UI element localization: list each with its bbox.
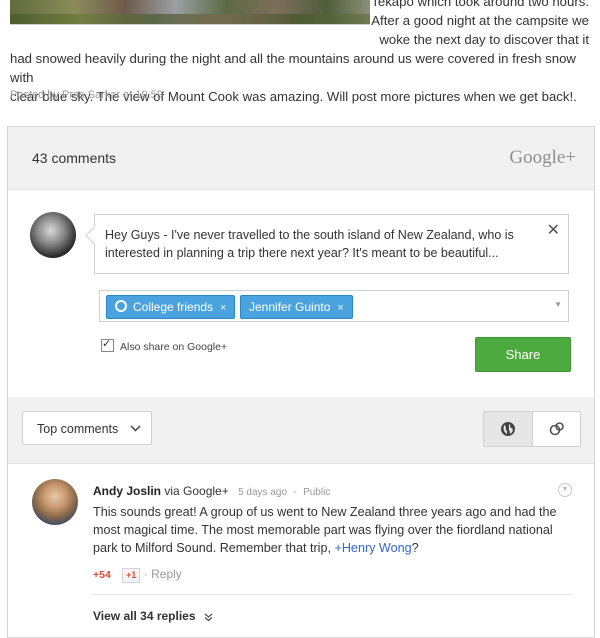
comments-list: Andy Joslin via Google+ 5 days ago - Pub… (8, 464, 594, 637)
also-share-checkbox[interactable] (101, 337, 114, 352)
globe-icon[interactable] (484, 412, 533, 446)
post-line: had snowed heavily during the night and … (10, 51, 576, 85)
avatar[interactable] (32, 479, 78, 525)
sort-dropdown[interactable]: Top comments (22, 411, 152, 445)
comment-time[interactable]: 5 days ago (238, 487, 287, 498)
comments-panel: 43 comments Google+ Hey Guys - I've neve… (7, 126, 595, 638)
comment-author[interactable]: Andy Joslin (93, 484, 161, 498)
view-replies-label: View all 34 replies (93, 609, 196, 623)
google-plus-logo: Google+ (509, 147, 576, 168)
comment-visibility: Public (303, 487, 331, 498)
post-line: woke the next day to discover that it (379, 32, 589, 47)
chip-label: Jennifer Guinto (249, 300, 331, 314)
comment-text-part: ? (411, 541, 419, 555)
plus-one-button[interactable]: +1 (122, 568, 141, 583)
sort-label: Top comments (37, 422, 119, 436)
comments-toolbar: Top comments (8, 397, 594, 464)
comment-source: via Google+ (164, 484, 229, 498)
post-line: After a good night at the campsite we (371, 13, 589, 28)
comment-header: Andy Joslin via Google+ 5 days ago - Pub… (93, 484, 330, 498)
post-byline: Posted by Pras Sarkar at 19.59 (10, 89, 163, 101)
remove-chip-icon[interactable]: × (337, 302, 343, 314)
plus-count: +54 (93, 569, 111, 581)
comment-text-part: This sounds great! A group of us went to… (93, 505, 557, 555)
chevron-down-icon (202, 612, 214, 622)
also-share-option[interactable]: Also share on Google+ (101, 337, 228, 353)
mention-link[interactable]: +Henry Wong (334, 541, 411, 555)
chip-college-friends[interactable]: College friends × (106, 295, 236, 319)
meta-separator: - (293, 487, 297, 498)
chip-label: College friends (133, 300, 214, 314)
share-button[interactable]: Share (475, 337, 571, 372)
chip-jennifer-guinto[interactable]: Jennifer Guinto × (240, 295, 353, 319)
link-icon[interactable] (533, 412, 580, 446)
compose-textbox[interactable]: Hey Guys - I've never travelled to the s… (94, 214, 569, 274)
comments-header: 43 comments Google+ (8, 127, 594, 190)
also-share-label: Also share on Google+ (120, 341, 228, 353)
compose-text[interactable]: Hey Guys - I've never travelled to the s… (105, 226, 535, 262)
post-line: Tekapo which took around two hours. (371, 0, 589, 9)
share-with-field[interactable]: College friends × Jennifer Guinto × ▼ (99, 290, 569, 322)
close-icon[interactable]: ✕ (547, 220, 560, 240)
action-separator: · (143, 567, 148, 581)
avatar (30, 212, 76, 258)
comment-actions: +54 +1 · Reply (93, 567, 182, 583)
chevron-down-icon[interactable]: ▼ (558, 483, 572, 497)
view-replies-link[interactable]: View all 34 replies (93, 609, 213, 623)
view-toggle (483, 411, 581, 447)
divider (93, 594, 571, 595)
chevron-down-icon[interactable]: ▼ (554, 300, 562, 309)
remove-chip-icon[interactable]: × (220, 302, 226, 314)
comment-count: 43 comments (32, 150, 117, 166)
circle-icon (115, 300, 127, 312)
comment-text: This sounds great! A group of us went to… (93, 503, 563, 557)
reply-button[interactable]: Reply (151, 567, 182, 581)
chevron-down-icon (130, 412, 141, 446)
